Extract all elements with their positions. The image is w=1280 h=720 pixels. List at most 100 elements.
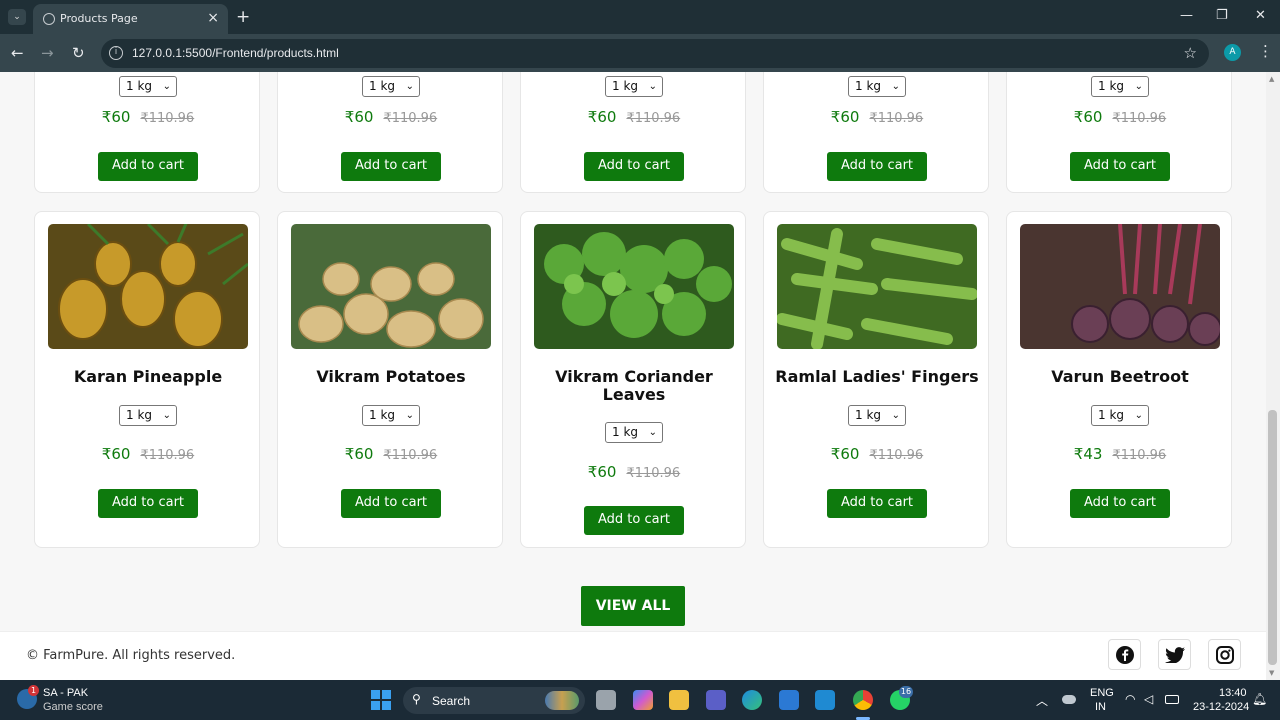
price-row: ₹60 ₹110.96 [35, 445, 261, 463]
product-name: Vikram Potatoes [316, 367, 466, 386]
chevron-down-icon: ⌄ [405, 410, 414, 421]
whatsapp-badge: 16 [899, 686, 913, 698]
original-price: ₹110.96 [140, 111, 195, 126]
price: ₹60 [101, 445, 131, 463]
original-price: ₹110.96 [383, 111, 438, 126]
url-text: 127.0.0.1:5500/Frontend/products.html [132, 46, 339, 60]
edge-icon[interactable] [742, 690, 762, 710]
site-info-icon[interactable]: i [109, 46, 123, 60]
coriander-image [534, 224, 734, 349]
back-button[interactable]: ← [11, 44, 24, 62]
pineapple-image [48, 224, 248, 349]
add-to-cart-button[interactable]: Add to cart [98, 489, 198, 518]
new-tab-button[interactable]: + [236, 7, 250, 27]
scroll-down-icon[interactable]: ▼ [1269, 669, 1274, 677]
copyright-text: © FarmPure. All rights reserved. [26, 648, 236, 663]
language-label[interactable]: ENG [1090, 687, 1114, 699]
forward-button[interactable]: → [41, 44, 54, 62]
browser-menu-icon[interactable]: ⋮ [1258, 42, 1273, 60]
tray-overflow-icon[interactable]: ︿ [1036, 692, 1048, 709]
store-icon[interactable] [779, 690, 799, 710]
quantity-select[interactable]: 1 kg ⌄ [605, 76, 663, 97]
browser-tab[interactable]: Products Page × [33, 4, 228, 34]
clock-time[interactable]: 13:40 [1219, 687, 1247, 699]
product-card-pineapple: Karan Pineapple 1 kg ⌄ ₹60 ₹110.96 Add to … [34, 211, 260, 548]
quantity-select[interactable]: 1 kg ⌄ [1091, 76, 1149, 97]
battery-icon[interactable] [1165, 695, 1179, 704]
view-all-button[interactable]: VIEW ALL [581, 586, 685, 626]
teams-icon[interactable] [706, 690, 726, 710]
add-to-cart-button[interactable]: Add to cart [827, 489, 927, 518]
vscode-icon[interactable] [815, 690, 835, 710]
quantity-select[interactable]: 1 kg ⌄ [119, 76, 177, 97]
add-to-cart-button[interactable]: Add to cart [584, 506, 684, 535]
profile-avatar[interactable]: A [1224, 44, 1241, 61]
add-to-cart-button[interactable]: Add to cart [1070, 152, 1170, 181]
task-view-icon[interactable] [596, 690, 616, 710]
price: ₹60 [101, 108, 131, 126]
reload-button[interactable]: ↻ [72, 44, 85, 62]
product-name: Ramlal Ladies' Fingers [775, 367, 979, 386]
quantity-select[interactable]: 1 kg ⌄ [362, 76, 420, 97]
original-price: ₹110.96 [626, 111, 681, 126]
price-row: ₹60 ₹110.96 [521, 108, 747, 126]
chrome-icon[interactable] [853, 690, 873, 710]
product-card: 1 kg ⌄ ₹60 ₹110.96 Add to cart [277, 72, 503, 193]
facebook-icon[interactable] [1108, 639, 1141, 670]
close-tab-icon[interactable]: × [207, 10, 219, 26]
tab-title: Products Page [60, 12, 138, 25]
quantity-select[interactable]: 1 kg ⌄ [848, 405, 906, 426]
product-card-beetroot: Varun Beetroot 1 kg ⌄ ₹43 ₹110.96 Add to c… [1006, 211, 1232, 548]
add-to-cart-button[interactable]: Add to cart [827, 152, 927, 181]
region-label: IN [1095, 701, 1106, 713]
chevron-down-icon: ⌄ [891, 410, 900, 421]
add-to-cart-button[interactable]: Add to cart [341, 489, 441, 518]
beetroot-image [1020, 224, 1220, 349]
scrollbar-thumb[interactable] [1268, 410, 1277, 665]
twitter-icon[interactable] [1158, 639, 1191, 670]
price-row: ₹43 ₹110.96 [1007, 445, 1233, 463]
file-explorer-icon[interactable] [669, 690, 689, 710]
quantity-select[interactable]: 1 kg ⌄ [119, 405, 177, 426]
onedrive-icon[interactable] [1062, 695, 1076, 704]
price-row: ₹60 ₹110.96 [278, 108, 504, 126]
browser-toolbar: ← → ↻ i 127.0.0.1:5500/Frontend/products… [0, 34, 1280, 72]
quantity-select[interactable]: 1 kg ⌄ [605, 422, 663, 443]
chevron-down-icon: ⌄ [891, 81, 900, 92]
price: ₹60 [344, 108, 374, 126]
add-to-cart-button[interactable]: Add to cart [98, 152, 198, 181]
copilot-icon[interactable] [633, 690, 653, 710]
instagram-icon[interactable] [1208, 639, 1241, 670]
clock-date: 23-12-2024 [1193, 701, 1250, 713]
chevron-down-icon: ⌄ [405, 81, 414, 92]
maximize-button[interactable]: ❐ [1216, 8, 1228, 23]
notification-bell-icon[interactable]: 🔔︎ [1252, 692, 1267, 706]
original-price: ₹110.96 [869, 111, 924, 126]
quantity-select[interactable]: 1 kg ⌄ [848, 76, 906, 97]
windows-start-icon[interactable] [371, 690, 391, 710]
volume-icon[interactable]: ◁ [1144, 692, 1153, 706]
add-to-cart-button[interactable]: Add to cart [341, 152, 441, 181]
page-scrollbar[interactable]: ▲ ▼ [1266, 72, 1280, 680]
scroll-up-icon[interactable]: ▲ [1269, 75, 1274, 83]
price: ₹60 [830, 108, 860, 126]
tab-search-button[interactable]: ⌄ [8, 9, 26, 25]
quantity-select[interactable]: 1 kg ⌄ [1091, 405, 1149, 426]
ladies-fingers-image [777, 224, 977, 349]
add-to-cart-button[interactable]: Add to cart [584, 152, 684, 181]
chevron-down-icon: ⌄ [648, 427, 657, 438]
original-price: ₹110.96 [1112, 111, 1167, 126]
quantity-select[interactable]: 1 kg ⌄ [362, 405, 420, 426]
globe-icon [43, 13, 55, 25]
address-bar[interactable]: i 127.0.0.1:5500/Frontend/products.html … [101, 39, 1209, 68]
price-row: ₹60 ₹110.96 [1007, 108, 1233, 126]
widget-title[interactable]: SA - PAK [43, 687, 88, 699]
footer: © FarmPure. All rights reserved. [0, 631, 1266, 680]
wifi-icon[interactable]: ◠ [1125, 692, 1135, 706]
taskbar-search[interactable]: ⚲ Search [403, 687, 585, 714]
close-window-button[interactable]: ✕ [1255, 8, 1266, 23]
minimize-button[interactable]: — [1180, 8, 1193, 23]
price-row: ₹60 ₹110.96 [764, 108, 990, 126]
add-to-cart-button[interactable]: Add to cart [1070, 489, 1170, 518]
bookmark-star-icon[interactable]: ☆ [1184, 44, 1197, 62]
